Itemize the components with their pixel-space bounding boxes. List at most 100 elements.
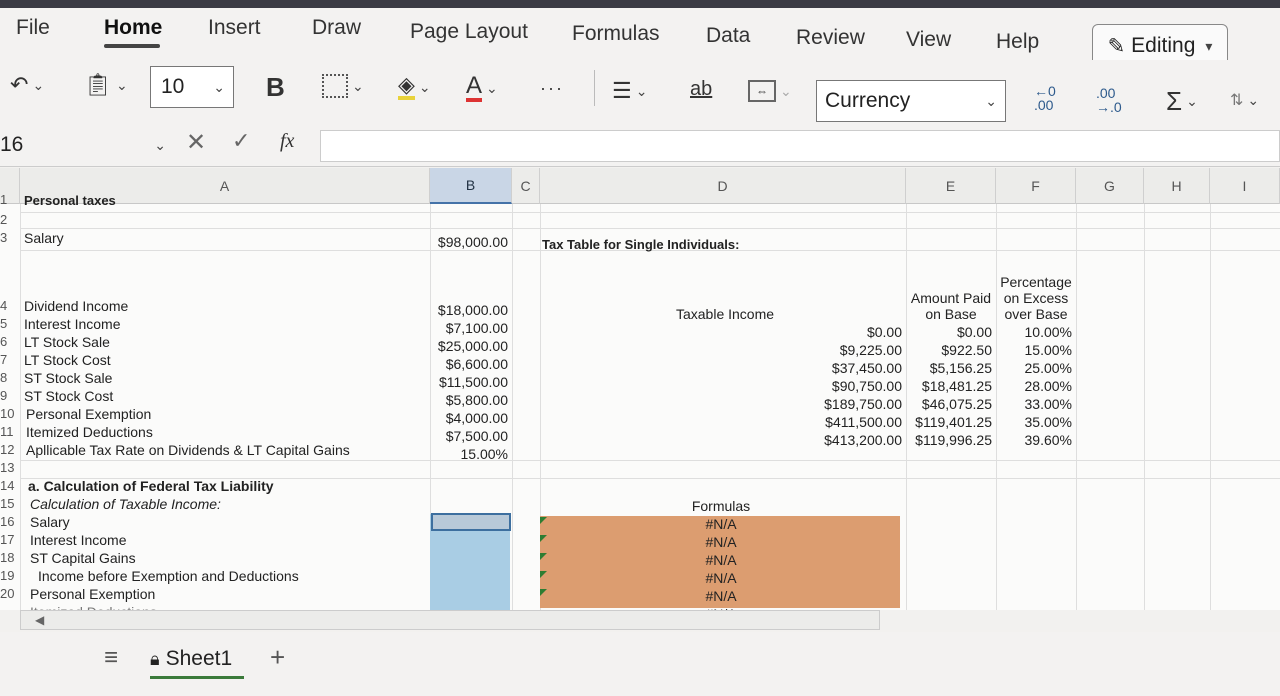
selected-cell-b16[interactable]	[431, 513, 511, 531]
tax-pct-3[interactable]: 25.00%	[996, 360, 1072, 377]
cell-a11[interactable]: Itemized Deductions	[26, 424, 153, 441]
row-header[interactable]: 20	[0, 586, 20, 601]
column-header-h[interactable]: H	[1144, 168, 1210, 204]
column-header-f[interactable]: F	[996, 168, 1076, 204]
more-options-button[interactable]: ···	[540, 78, 564, 99]
column-header-i[interactable]: I	[1210, 168, 1280, 204]
cell-a7[interactable]: LT Stock Cost	[24, 352, 111, 369]
tax-pct-2[interactable]: 15.00%	[996, 342, 1072, 359]
row-header[interactable]: 4	[0, 298, 20, 313]
scroll-left-icon[interactable]: ◀	[35, 613, 44, 627]
column-header-d[interactable]: D	[540, 168, 906, 204]
undo-button[interactable]: ↶ ⌄	[10, 72, 44, 98]
row-header[interactable]: 12	[0, 442, 20, 457]
insert-function-button[interactable]: fx	[280, 130, 294, 153]
cell-a15[interactable]: Calculation of Taxable Income:	[30, 496, 221, 513]
formula-input[interactable]	[320, 130, 1280, 162]
cell-a3[interactable]: Salary	[24, 230, 64, 247]
cell-b6[interactable]: $25,000.00	[432, 338, 508, 355]
tab-file[interactable]: File	[16, 16, 50, 40]
add-sheet-button[interactable]: +	[270, 642, 285, 673]
formula-result[interactable]: #N/A	[540, 588, 902, 605]
tax-income-4[interactable]: $90,750.00	[800, 378, 902, 395]
tax-base-4[interactable]: $18,481.25	[906, 378, 992, 395]
font-size-select[interactable]: 10 ⌄	[150, 66, 234, 108]
row-header[interactable]: 14	[0, 478, 20, 493]
sheet-list-menu-button[interactable]: ≡	[104, 644, 118, 672]
cell-a6[interactable]: LT Stock Sale	[24, 334, 110, 351]
cell-d3[interactable]: Tax Table for Single Individuals:	[542, 236, 739, 253]
cell-a12[interactable]: Apllicable Tax Rate on Dividends & LT Ca…	[26, 442, 350, 459]
tab-home[interactable]: Home	[104, 16, 162, 40]
cell-a20[interactable]: Personal Exemption	[30, 586, 155, 603]
paste-button[interactable]: 📋︎ ⌄	[84, 72, 128, 98]
formula-result[interactable]: #N/A	[540, 552, 902, 569]
tax-pct-7[interactable]: 39.60%	[996, 432, 1072, 449]
fill-color-button[interactable]: ◈ ⌄	[398, 74, 431, 100]
decrease-decimal-button[interactable]: .00 →.0	[1096, 86, 1122, 114]
cell-d4[interactable]: Taxable Income	[620, 306, 830, 323]
cancel-formula-icon[interactable]: ✕	[186, 128, 206, 157]
align-button[interactable]: ☰ ⌄	[612, 78, 647, 104]
tax-income-1[interactable]: $0.00	[800, 324, 902, 341]
tax-base-2[interactable]: $922.50	[906, 342, 992, 359]
row-header[interactable]: 10	[0, 406, 20, 421]
tab-draw[interactable]: Draw	[312, 16, 361, 40]
tax-base-3[interactable]: $5,156.25	[906, 360, 992, 377]
cell-a10[interactable]: Personal Exemption	[26, 406, 151, 423]
cell-f4[interactable]: Percentage on Excess over Base	[996, 274, 1076, 322]
merge-cells-button[interactable]: ⇔ ⌄	[748, 80, 792, 102]
tax-income-6[interactable]: $411,500.00	[800, 414, 902, 431]
cell-a8[interactable]: ST Stock Sale	[24, 370, 112, 387]
horizontal-scrollbar[interactable]: ◀	[20, 610, 880, 630]
cell-b5[interactable]: $7,100.00	[432, 320, 508, 337]
row-header[interactable]: 7	[0, 352, 20, 367]
cell-b7[interactable]: $6,600.00	[432, 356, 508, 373]
formula-result[interactable]: #N/A	[540, 534, 902, 551]
tax-pct-6[interactable]: 35.00%	[996, 414, 1072, 431]
row-header[interactable]: 1	[0, 192, 20, 207]
row-header[interactable]: 5	[0, 316, 20, 331]
cell-b9[interactable]: $5,800.00	[432, 392, 508, 409]
cell-a14[interactable]: a. Calculation of Federal Tax Liability	[28, 478, 274, 495]
cell-a5[interactable]: Interest Income	[24, 316, 121, 333]
cell-e4[interactable]: Amount Paid on Base	[906, 290, 996, 322]
tab-page-layout[interactable]: Page Layout	[410, 20, 528, 44]
cell-b10[interactable]: $4,000.00	[432, 410, 508, 427]
formula-result[interactable]: #N/A	[540, 516, 902, 533]
cell-a18[interactable]: ST Capital Gains	[30, 550, 136, 567]
tab-formulas[interactable]: Formulas	[572, 22, 660, 46]
cell-b11[interactable]: $7,500.00	[432, 428, 508, 445]
confirm-formula-icon[interactable]: ✓	[232, 128, 250, 154]
column-header-c[interactable]: C	[512, 168, 540, 204]
row-header[interactable]: 11	[0, 424, 20, 439]
row-header[interactable]: 3	[0, 230, 20, 245]
tax-base-5[interactable]: $46,075.25	[906, 396, 992, 413]
row-header[interactable]: 15	[0, 496, 20, 511]
tax-income-7[interactable]: $413,200.00	[800, 432, 902, 449]
tax-income-3[interactable]: $37,450.00	[800, 360, 902, 377]
cell-d15[interactable]: Formulas	[540, 498, 902, 515]
tax-pct-4[interactable]: 28.00%	[996, 378, 1072, 395]
cell-a17[interactable]: Interest Income	[30, 532, 127, 549]
cell-a4[interactable]: Dividend Income	[24, 298, 128, 315]
formula-result[interactable]: #N/A	[540, 570, 902, 587]
row-header[interactable]: 8	[0, 370, 20, 385]
cell-a16[interactable]: Salary	[30, 514, 70, 531]
tax-pct-5[interactable]: 33.00%	[996, 396, 1072, 413]
tax-income-5[interactable]: $189,750.00	[800, 396, 902, 413]
row-header[interactable]: 2	[0, 212, 20, 227]
tab-insert[interactable]: Insert	[208, 16, 261, 40]
column-header-b[interactable]: B	[430, 168, 512, 204]
row-header[interactable]: 17	[0, 532, 20, 547]
number-format-select[interactable]: Currency ⌄	[816, 80, 1006, 122]
tax-base-7[interactable]: $119,996.25	[906, 432, 992, 449]
cell-a9[interactable]: ST Stock Cost	[24, 388, 113, 405]
row-header[interactable]: 16	[0, 514, 20, 529]
tax-base-1[interactable]: $0.00	[906, 324, 992, 341]
sort-filter-button[interactable]: ⇅ ⌄	[1230, 90, 1259, 110]
row-header[interactable]: 6	[0, 334, 20, 349]
row-header[interactable]: 18	[0, 550, 20, 565]
font-color-button[interactable]: A ⌄	[466, 74, 498, 102]
borders-button[interactable]: ⌄	[322, 74, 364, 98]
